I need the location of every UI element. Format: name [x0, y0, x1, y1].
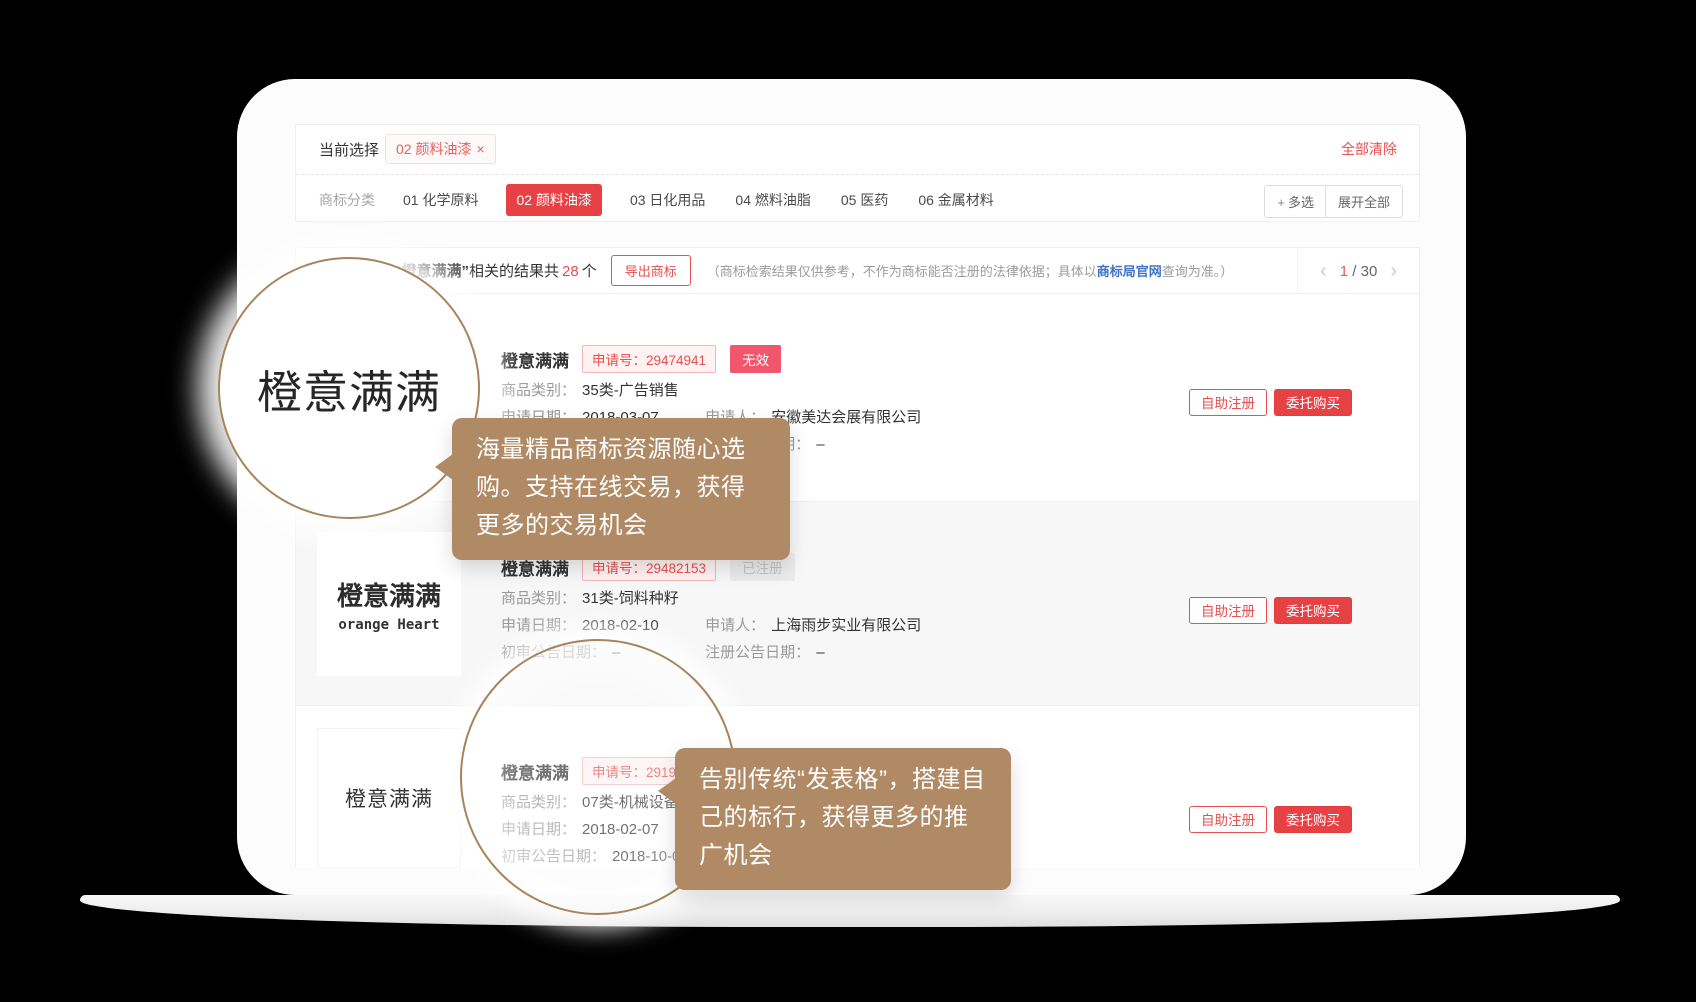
field-label: 商品类别： [501, 590, 576, 607]
trademark-thumbnail-text: 橙意满满 [337, 576, 441, 613]
marketing-screenshot: 当前选择 02 颜料油漆 × 全部清除 商标分类 01 化学原料 02 颜料油漆… [0, 0, 1696, 1002]
application-number-label: 申请号： [592, 353, 646, 368]
category-field: 商品类别： 31类-饲料种籽 [501, 587, 679, 609]
field-value: 31类-饲料种籽 [582, 590, 679, 607]
self-register-button[interactable]: 自助注册 [1189, 597, 1267, 624]
close-icon[interactable]: × [476, 141, 484, 157]
field-label: 注册公告日期： [705, 644, 810, 661]
field-value: – [816, 436, 824, 453]
magnified-trademark-text: 橙意满满 [257, 356, 441, 421]
trademark-thumbnail: 橙意满满 orange Heart [317, 532, 461, 676]
category-tab-03[interactable]: 03 日化用品 [628, 184, 707, 216]
chevron-left-icon[interactable]: ‹ [1320, 261, 1327, 281]
results-header: 为您检索到“橙意满满”相关的结果共28个 导出商标 （商标检索结果仅供参考，不作… [296, 248, 1419, 294]
category-tab-01[interactable]: 01 化学原料 [401, 184, 480, 216]
filter-panel: 当前选择 02 颜料油漆 × 全部清除 商标分类 01 化学原料 02 颜料油漆… [295, 124, 1420, 222]
disclaimer-open: （商标检索结果仅供参考，不作为商标能否注册的法律依据；具体以 [707, 264, 1097, 279]
device-base [80, 895, 1620, 927]
chevron-right-icon[interactable]: › [1390, 261, 1397, 281]
pagination-separator: / [1352, 263, 1356, 280]
current-selection-label: 当前选择 [319, 139, 379, 160]
application-number-value: 29482153 [646, 561, 706, 576]
pagination: ‹ 1 / 30 › [1297, 248, 1419, 294]
application-number-label: 申请号： [592, 561, 646, 576]
trademark-thumbnail-subtext: orange Heart [338, 617, 439, 633]
field-value: – [816, 644, 824, 661]
self-register-button[interactable]: 自助注册 [1189, 806, 1267, 833]
callout-text: 告别传统“发表格”，搭建自己的标行，获得更多的推广机会 [699, 766, 985, 869]
trademark-title-line: 橙意满满 申请号：29474941 无效 [501, 346, 781, 372]
trademark-thumbnail: 橙意满满 [317, 728, 461, 868]
category-tab-02-active[interactable]: 02 颜料油漆 [506, 184, 601, 216]
date-applicant-field: 申请日期： 2018-02-10 申请人： 上海雨步实业有限公司 [501, 614, 921, 636]
disclaimer-text: （商标检索结果仅供参考，不作为商标能否注册的法律依据；具体以商标局官网查询为准。… [707, 261, 1234, 280]
status-badge-invalid: 无效 [730, 345, 781, 373]
disclaimer-close: 查询为准。） [1162, 264, 1234, 279]
multi-select-button[interactable]: +多选 [1264, 185, 1327, 218]
trademark-office-link[interactable]: 商标局官网 [1097, 264, 1162, 279]
pagination-total: 30 [1361, 263, 1378, 280]
results-summary-middle: 相关的结果共 [469, 263, 559, 280]
callout-marketplace: 海量精品商标资源随心选购。支持在线交易，获得更多的交易机会 [452, 418, 790, 560]
callout-promotion: 告别传统“发表格”，搭建自己的标行，获得更多的推广机会 [675, 748, 1011, 890]
field-label: 申请日期： [501, 617, 576, 634]
category-tab-04[interactable]: 04 燃料油脂 [733, 184, 812, 216]
results-count: 28 [562, 263, 579, 280]
field-label: 申请人： [705, 617, 765, 634]
entrust-buy-button[interactable]: 委托购买 [1274, 389, 1352, 416]
pagination-current: 1 [1340, 263, 1348, 280]
category-tabs: 01 化学原料 02 颜料油漆 03 日化用品 04 燃料油脂 05 医药 06… [401, 184, 996, 216]
multi-select-label: 多选 [1288, 195, 1314, 210]
application-number-badge: 申请号：29474941 [582, 345, 716, 373]
callout-arrow-icon [435, 454, 453, 480]
selected-filter-tag-label: 02 颜料油漆 [396, 139, 471, 159]
category-row: 商标分类 01 化学原料 02 颜料油漆 03 日化用品 04 燃料油脂 05 … [296, 174, 1419, 224]
application-number-value: 29474941 [646, 353, 706, 368]
plus-icon: + [1277, 195, 1285, 210]
export-trademarks-button[interactable]: 导出商标 [611, 255, 691, 286]
entrust-buy-button[interactable]: 委托购买 [1274, 806, 1352, 833]
field-label: 商品类别： [501, 382, 576, 399]
field-value: 2018-02-10 [582, 617, 659, 634]
category-field: 商品类别： 35类-广告销售 [501, 379, 679, 401]
current-selection-row: 当前选择 02 颜料油漆 × 全部清除 [296, 125, 1419, 174]
callout-text: 海量精品商标资源随心选购。支持在线交易，获得更多的交易机会 [476, 436, 746, 539]
selected-filter-tag[interactable]: 02 颜料油漆 × [385, 134, 496, 164]
trademark-thumbnail-text: 橙意满满 [345, 783, 433, 813]
clear-all-button[interactable]: 全部清除 [1341, 139, 1397, 159]
category-tab-06[interactable]: 06 金属材料 [916, 184, 995, 216]
trademark-name: 橙意满满 [501, 347, 569, 372]
entrust-buy-button[interactable]: 委托购买 [1274, 597, 1352, 624]
expand-all-button[interactable]: 展开全部 [1325, 185, 1403, 218]
callout-arrow-icon [658, 778, 676, 804]
results-count-unit: 个 [582, 263, 597, 280]
field-value: 35类-广告销售 [582, 382, 679, 399]
field-value: 上海雨步实业有限公司 [771, 617, 921, 634]
category-tab-05[interactable]: 05 医药 [839, 184, 890, 216]
category-row-label: 商标分类 [319, 190, 375, 210]
self-register-button[interactable]: 自助注册 [1189, 389, 1267, 416]
field-value: 安徽美达会展有限公司 [771, 409, 921, 426]
